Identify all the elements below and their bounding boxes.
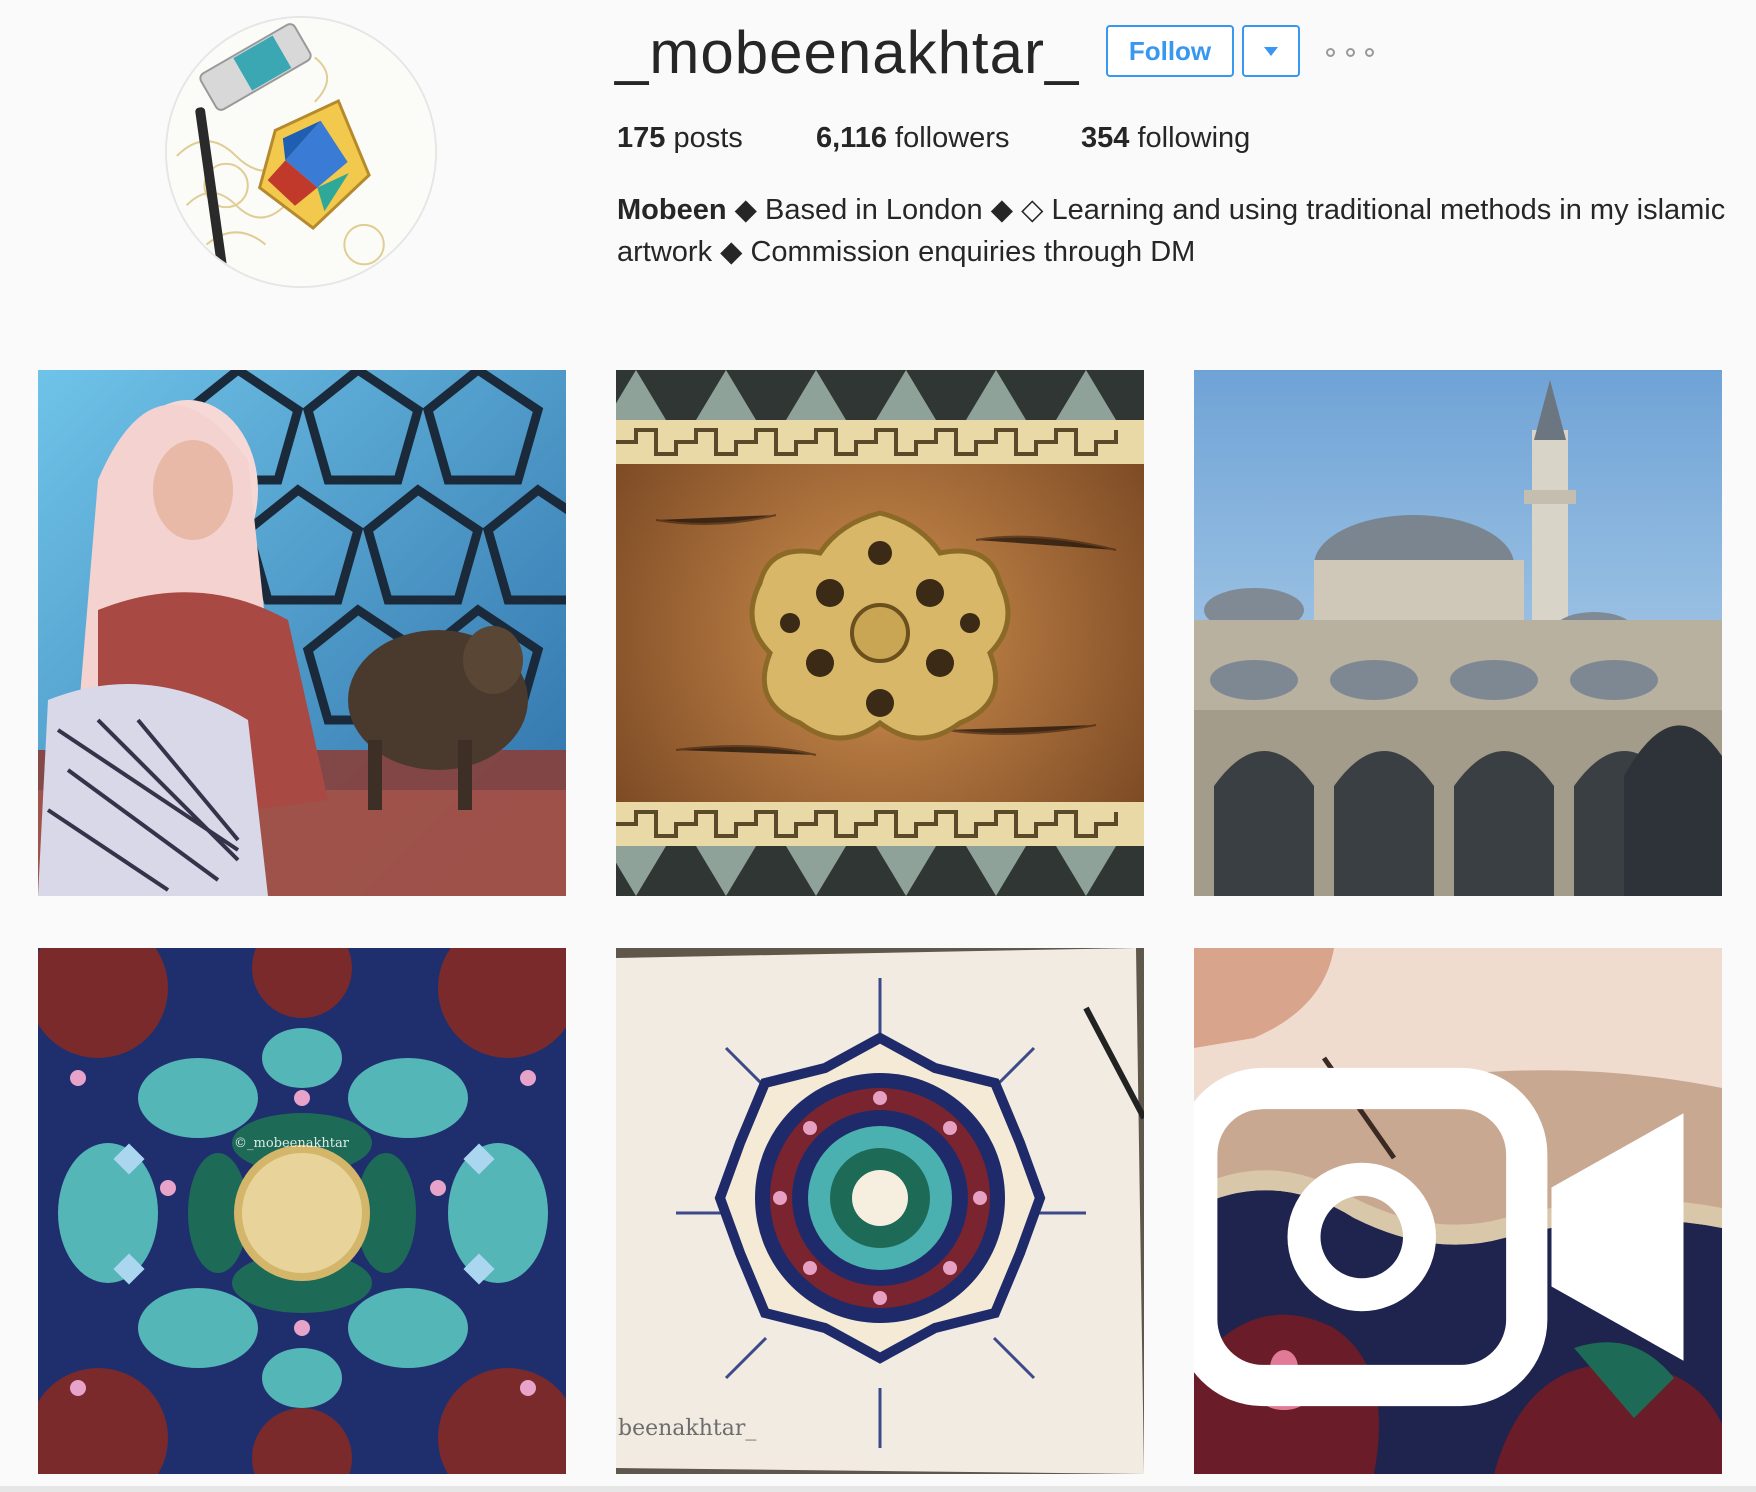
caret-down-icon <box>1264 46 1278 56</box>
divider <box>0 1486 1756 1492</box>
post-image <box>38 948 566 1474</box>
post-image <box>616 370 1144 896</box>
profile-page: _mobeenakhtar_ Follow 175 posts 6,116 fo… <box>0 0 1756 1492</box>
profile-username: _mobeenakhtar_ <box>615 19 1080 86</box>
posts-count: 175 <box>617 122 666 154</box>
ellipsis-icon <box>1345 47 1355 57</box>
following-count: 354 <box>1081 122 1130 154</box>
bio-name: Mobeen <box>617 194 727 226</box>
post-watermark: beenakhtar_ <box>618 1416 757 1441</box>
ellipsis-icon <box>1365 47 1374 57</box>
post-thumbnail[interactable] <box>38 370 566 896</box>
post-thumbnail[interactable] <box>616 370 1144 896</box>
followers-count: 6,116 <box>816 122 887 154</box>
post-thumbnail[interactable] <box>1194 370 1722 896</box>
posts-label: posts <box>665 122 743 154</box>
following-stat[interactable]: 354 following <box>1081 118 1250 158</box>
followers-label: followers <box>886 122 1010 154</box>
follow-button[interactable]: Follow <box>1106 25 1234 77</box>
video-camera-icon <box>1194 1067 1684 1407</box>
followers-stat[interactable]: 6,116 followers <box>816 118 1009 158</box>
post-image <box>616 948 1144 1474</box>
post-watermark: ©_mobeenakhtar <box>234 1136 349 1151</box>
avatar-artwork <box>167 18 435 286</box>
profile-bio: Mobeen ◆ Based in London ◆ ◇ Learning an… <box>617 189 1737 273</box>
post-image <box>1194 370 1722 896</box>
more-options-button[interactable] <box>1326 42 1374 62</box>
post-thumbnail[interactable]: beenakhtar_ <box>616 948 1144 1474</box>
profile-avatar[interactable] <box>165 16 437 288</box>
bio-text: ◆ Based in London ◆ ◇ Learning and using… <box>617 194 1726 268</box>
post-thumbnail[interactable] <box>1194 948 1722 1474</box>
posts-stat: 175 posts <box>617 118 743 158</box>
post-thumbnail[interactable]: ©_mobeenakhtar <box>38 948 566 1474</box>
ellipsis-icon <box>1326 47 1335 57</box>
follow-options-button[interactable] <box>1242 25 1300 77</box>
post-image <box>38 370 566 896</box>
following-label: following <box>1129 122 1251 154</box>
